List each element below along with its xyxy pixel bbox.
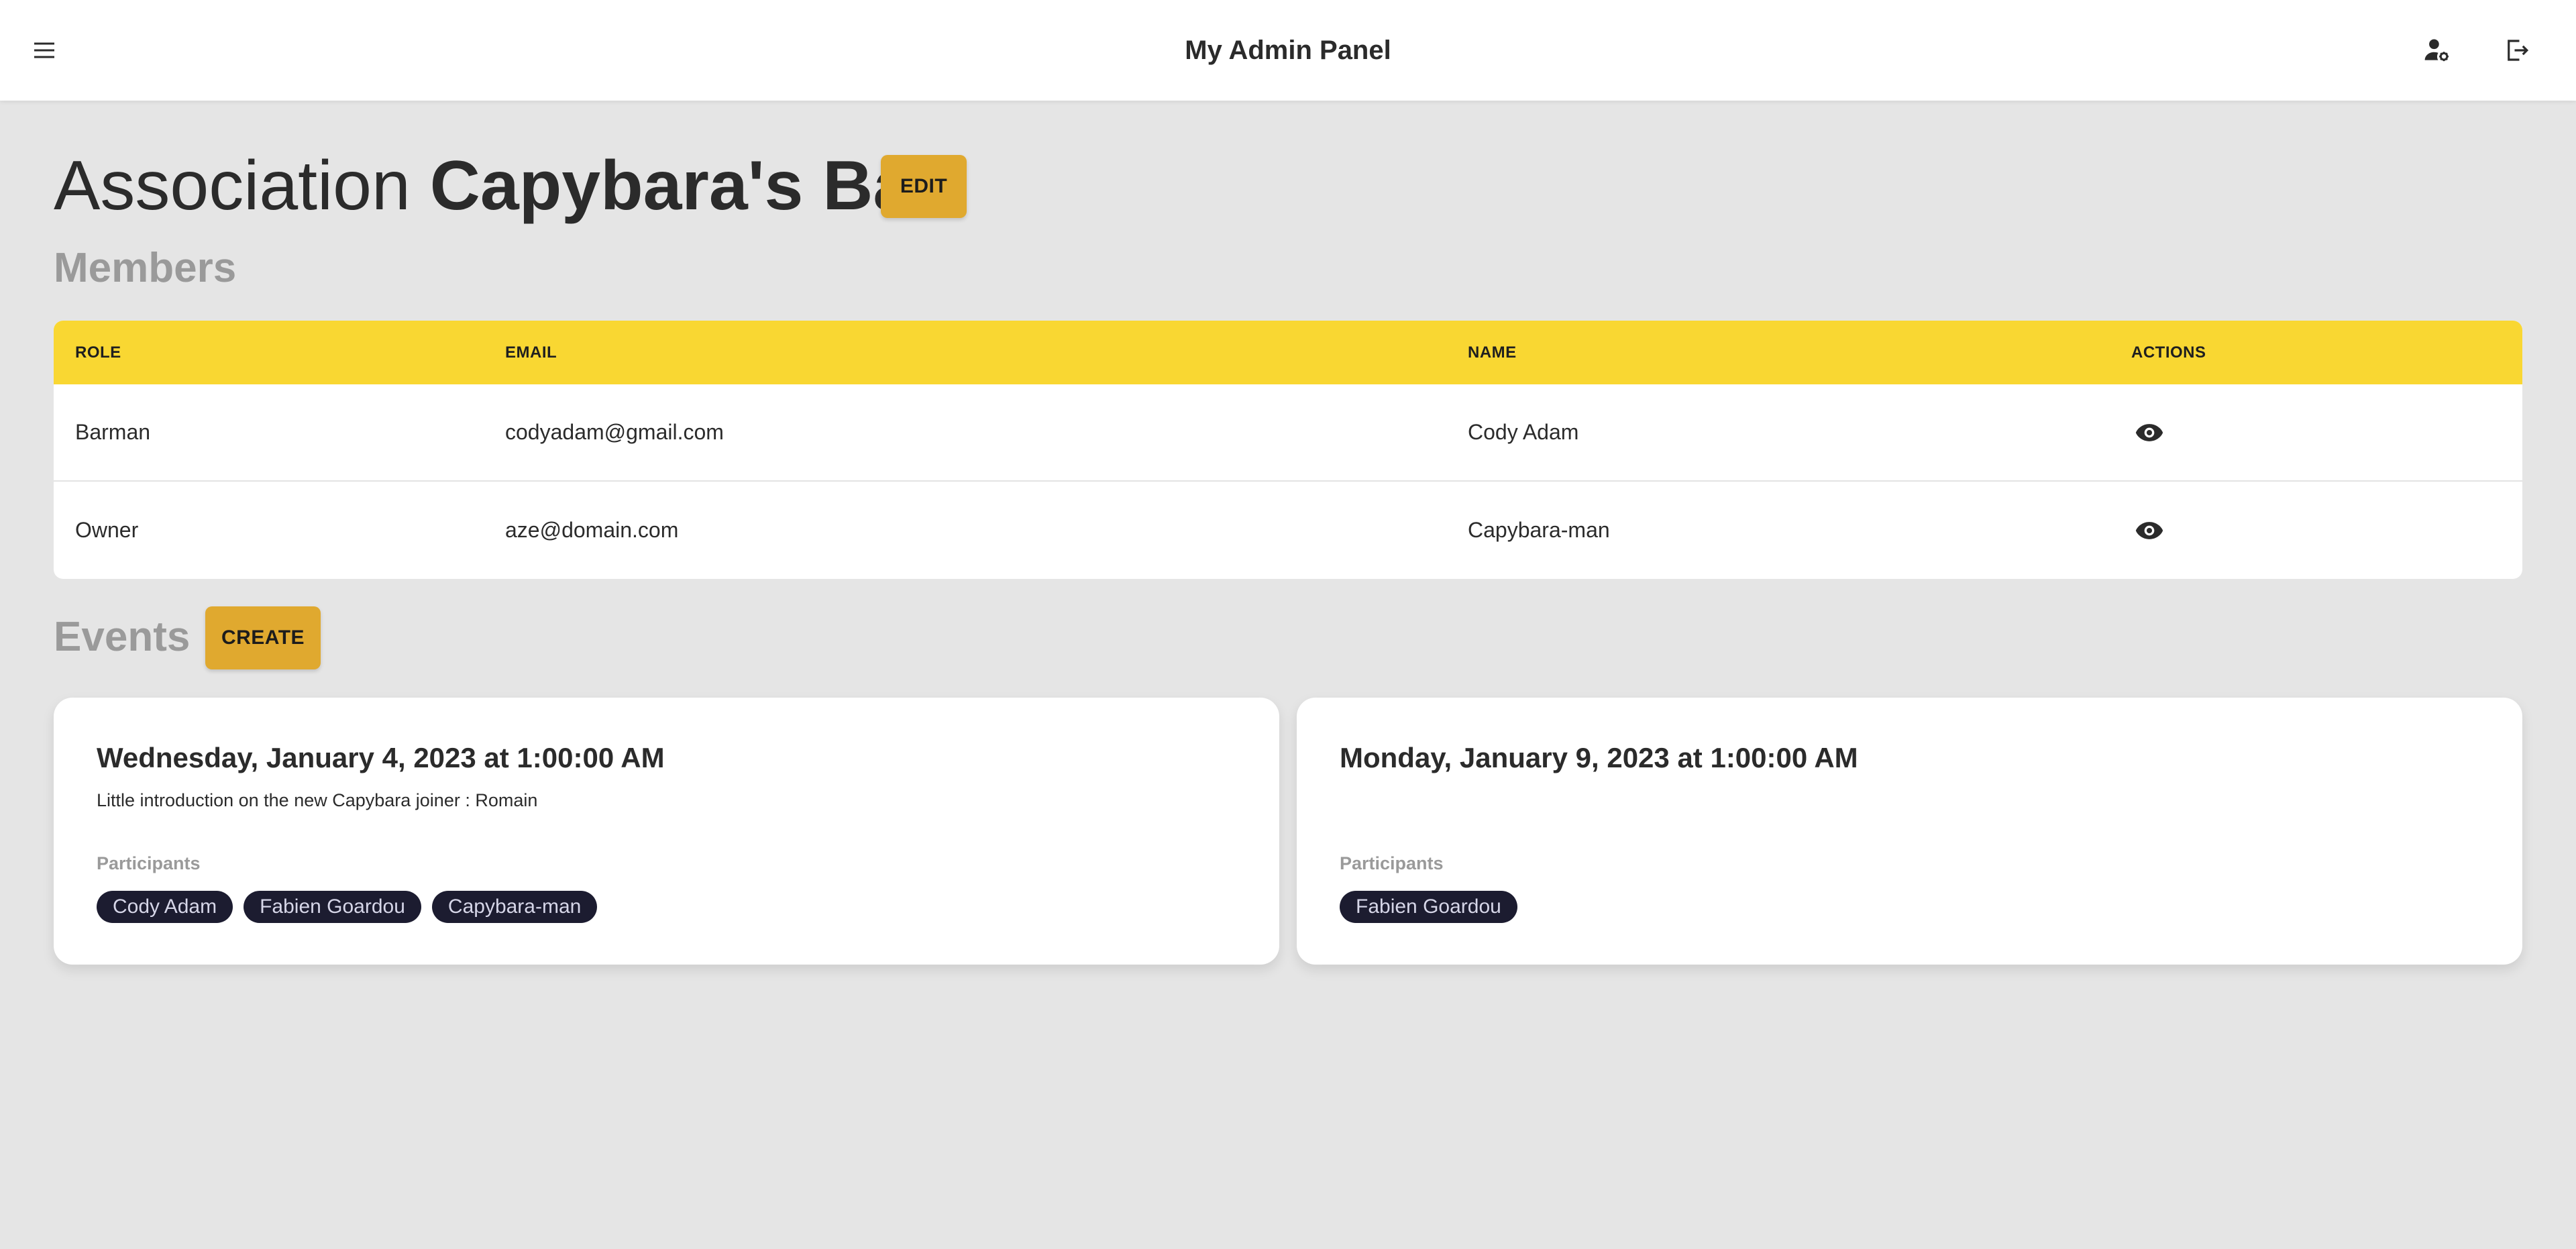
event-card[interactable]: Monday, January 9, 2023 at 1:00:00 AM Pa…: [1297, 698, 2522, 965]
eye-icon: [2135, 521, 2163, 539]
participants-label: Participants: [97, 853, 201, 873]
menu-icon: [34, 42, 54, 58]
participants-list: Cody Adam Fabien Goardou Capybara-man: [97, 891, 598, 923]
column-header-actions: ACTIONS: [2131, 343, 2206, 362]
create-event-button[interactable]: CREATE: [205, 606, 321, 669]
member-role: Owner: [75, 518, 139, 542]
table-row: Owner aze@domain.com Capybara-man: [54, 482, 2522, 579]
view-member-button[interactable]: [2128, 411, 2171, 454]
table-row: Barman codyadam@gmail.com Cody Adam: [54, 384, 2522, 482]
column-header-name: NAME: [1468, 343, 1517, 362]
members-section-title: Members: [54, 245, 237, 291]
title-prefix: Association: [54, 147, 411, 225]
member-email: aze@domain.com: [505, 518, 679, 542]
view-member-button[interactable]: [2128, 509, 2171, 552]
account-settings-button[interactable]: [2416, 29, 2459, 72]
member-name: Cody Adam: [1468, 420, 1579, 444]
eye-icon: [2135, 423, 2163, 441]
event-card[interactable]: Wednesday, January 4, 2023 at 1:00:00 AM…: [54, 698, 1279, 965]
participants-label: Participants: [1340, 853, 1444, 873]
participant-chip[interactable]: Fabien Goardou: [244, 891, 421, 923]
page-title: Association Capybara's Bar: [54, 149, 939, 223]
menu-button[interactable]: [23, 29, 66, 72]
participant-chip[interactable]: Capybara-man: [431, 891, 598, 923]
logout-icon: [2508, 40, 2529, 61]
association-name: Capybara's Bar: [429, 147, 939, 225]
table-header: ROLE EMAIL NAME ACTIONS: [54, 321, 2522, 384]
column-header-role: ROLE: [75, 343, 121, 362]
members-table: ROLE EMAIL NAME ACTIONS Barman codyadam@…: [54, 321, 2522, 579]
column-header-email: EMAIL: [505, 343, 557, 362]
member-email: codyadam@gmail.com: [505, 420, 724, 444]
manage-accounts-icon: [2424, 39, 2449, 62]
member-name: Capybara-man: [1468, 518, 1610, 542]
events-section-title: Events: [54, 614, 191, 660]
event-description: Little introduction on the new Capybara …: [97, 790, 538, 810]
edit-button[interactable]: EDIT: [881, 155, 967, 218]
app-title: My Admin Panel: [1185, 35, 1391, 65]
logout-button[interactable]: [2496, 29, 2538, 72]
participants-list: Fabien Goardou: [1340, 891, 1517, 923]
app-bar: My Admin Panel: [0, 0, 2576, 101]
participant-chip[interactable]: Fabien Goardou: [1340, 891, 1517, 923]
member-role: Barman: [75, 420, 151, 444]
event-date: Monday, January 9, 2023 at 1:00:00 AM: [1340, 742, 1858, 773]
event-date: Wednesday, January 4, 2023 at 1:00:00 AM: [97, 742, 665, 773]
participant-chip[interactable]: Cody Adam: [97, 891, 233, 923]
page-heading: Association Capybara's Bar: [54, 149, 939, 223]
